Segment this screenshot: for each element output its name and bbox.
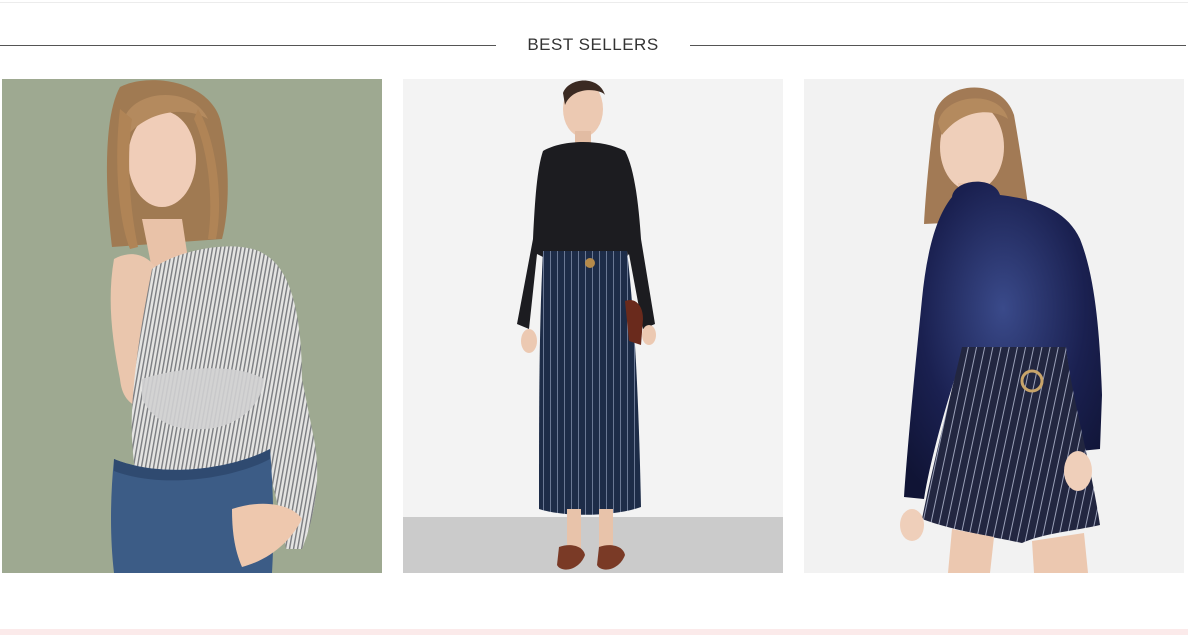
- best-sellers-page: BEST SELLERS: [0, 0, 1188, 635]
- model-black-knit-pinstripe-skirt-photo: [403, 79, 783, 573]
- best-sellers-header: BEST SELLERS: [0, 33, 1188, 57]
- product-card-2[interactable]: [403, 79, 783, 573]
- header-rule-left: [0, 45, 496, 46]
- top-divider: [0, 2, 1188, 3]
- section-title: BEST SELLERS: [527, 35, 659, 54]
- header-rule-right: [690, 45, 1186, 46]
- model-striped-shirt-photo: [2, 79, 382, 573]
- model-velvet-top-pinstripe-skort-photo: [804, 79, 1184, 573]
- footer-band: [0, 629, 1188, 635]
- product-card-1[interactable]: [2, 79, 382, 573]
- product-card-3[interactable]: [804, 79, 1184, 573]
